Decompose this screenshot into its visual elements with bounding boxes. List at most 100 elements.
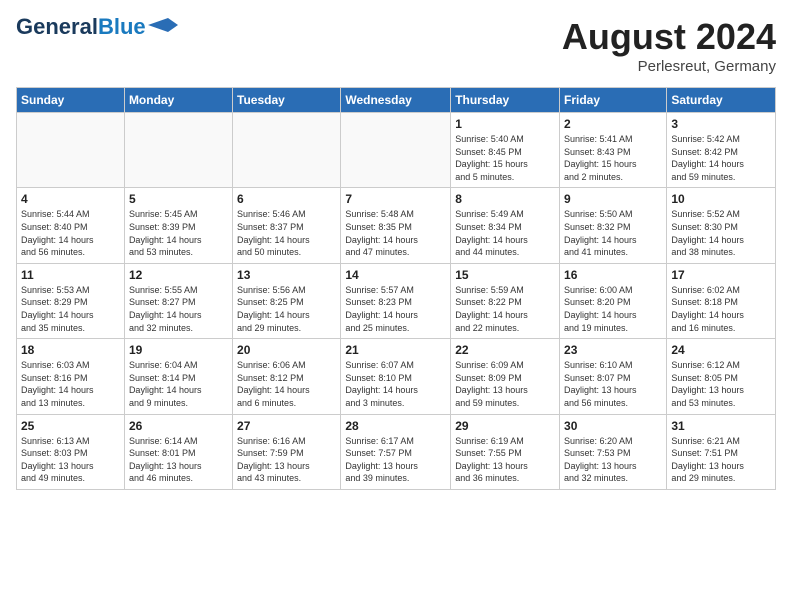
- day-number: 27: [237, 419, 336, 433]
- calendar-cell: 24 Sunrise: 6:12 AM Sunset: 8:05 PM Dayli…: [667, 339, 776, 414]
- day-number: 31: [671, 419, 771, 433]
- calendar-cell: 29 Sunrise: 6:19 AM Sunset: 7:55 PM Dayli…: [451, 414, 560, 489]
- day-number: 29: [455, 419, 555, 433]
- day-number: 22: [455, 343, 555, 357]
- day-number: 30: [564, 419, 662, 433]
- day-number: 15: [455, 268, 555, 282]
- calendar-cell: 6 Sunrise: 5:46 AM Sunset: 8:37 PM Daylig…: [233, 188, 341, 263]
- calendar-cell: 27 Sunrise: 6:16 AM Sunset: 7:59 PM Dayli…: [233, 414, 341, 489]
- calendar-cell: 22 Sunrise: 6:09 AM Sunset: 8:09 PM Dayli…: [451, 339, 560, 414]
- day-info: Sunrise: 5:41 AM Sunset: 8:43 PM Dayligh…: [564, 133, 662, 183]
- calendar-cell: 19 Sunrise: 6:04 AM Sunset: 8:14 PM Dayli…: [124, 339, 232, 414]
- day-number: 13: [237, 268, 336, 282]
- calendar-cell: 7 Sunrise: 5:48 AM Sunset: 8:35 PM Daylig…: [341, 188, 451, 263]
- day-number: 4: [21, 192, 120, 206]
- calendar-cell: 18Sunrise: 6:03 AM Sunset: 8:16 PM Dayli…: [17, 339, 125, 414]
- day-info: Sunrise: 6:04 AM Sunset: 8:14 PM Dayligh…: [129, 359, 228, 409]
- day-info: Sunrise: 5:48 AM Sunset: 8:35 PM Dayligh…: [345, 208, 446, 258]
- day-info: Sunrise: 6:16 AM Sunset: 7:59 PM Dayligh…: [237, 435, 336, 485]
- day-number: 18: [21, 343, 120, 357]
- page-header: GeneralBlue August 2024 Perlesreut, Germ…: [16, 16, 776, 75]
- day-info: Sunrise: 6:14 AM Sunset: 8:01 PM Dayligh…: [129, 435, 228, 485]
- day-number: 8: [455, 192, 555, 206]
- day-number: 6: [237, 192, 336, 206]
- calendar-cell: 14Sunrise: 5:57 AM Sunset: 8:23 PM Dayli…: [341, 263, 451, 338]
- calendar-cell: 13Sunrise: 5:56 AM Sunset: 8:25 PM Dayli…: [233, 263, 341, 338]
- calendar-cell: 28Sunrise: 6:17 AM Sunset: 7:57 PM Dayli…: [341, 414, 451, 489]
- day-info: Sunrise: 6:20 AM Sunset: 7:53 PM Dayligh…: [564, 435, 662, 485]
- calendar-cell: [17, 113, 125, 188]
- day-info: Sunrise: 5:55 AM Sunset: 8:27 PM Dayligh…: [129, 284, 228, 334]
- day-info: Sunrise: 6:09 AM Sunset: 8:09 PM Dayligh…: [455, 359, 555, 409]
- logo-icon: [148, 18, 178, 32]
- day-info: Sunrise: 5:49 AM Sunset: 8:34 PM Dayligh…: [455, 208, 555, 258]
- day-info: Sunrise: 6:12 AM Sunset: 8:05 PM Dayligh…: [671, 359, 771, 409]
- calendar-cell: 23 Sunrise: 6:10 AM Sunset: 8:07 PM Dayli…: [560, 339, 667, 414]
- calendar-cell: 8 Sunrise: 5:49 AM Sunset: 8:34 PM Daylig…: [451, 188, 560, 263]
- calendar-col-header: Wednesday: [341, 88, 451, 113]
- day-info: Sunrise: 6:19 AM Sunset: 7:55 PM Dayligh…: [455, 435, 555, 485]
- calendar-cell: 11Sunrise: 5:53 AM Sunset: 8:29 PM Dayli…: [17, 263, 125, 338]
- calendar-cell: [341, 113, 451, 188]
- calendar-cell: [124, 113, 232, 188]
- day-number: 12: [129, 268, 228, 282]
- day-info: Sunrise: 5:45 AM Sunset: 8:39 PM Dayligh…: [129, 208, 228, 258]
- day-number: 23: [564, 343, 662, 357]
- day-number: 28: [345, 419, 446, 433]
- calendar-cell: 31 Sunrise: 6:21 AM Sunset: 7:51 PM Dayli…: [667, 414, 776, 489]
- calendar-cell: 4Sunrise: 5:44 AM Sunset: 8:40 PM Daylig…: [17, 188, 125, 263]
- day-info: Sunrise: 5:46 AM Sunset: 8:37 PM Dayligh…: [237, 208, 336, 258]
- day-number: 2: [564, 117, 662, 131]
- day-info: Sunrise: 6:21 AM Sunset: 7:51 PM Dayligh…: [671, 435, 771, 485]
- calendar-cell: 20Sunrise: 6:06 AM Sunset: 8:12 PM Dayli…: [233, 339, 341, 414]
- day-info: Sunrise: 6:00 AM Sunset: 8:20 PM Dayligh…: [564, 284, 662, 334]
- calendar-cell: 3Sunrise: 5:42 AM Sunset: 8:42 PM Daylig…: [667, 113, 776, 188]
- day-info: Sunrise: 5:40 AM Sunset: 8:45 PM Dayligh…: [455, 133, 555, 183]
- calendar-week-row: 18Sunrise: 6:03 AM Sunset: 8:16 PM Dayli…: [17, 339, 776, 414]
- calendar-cell: 16Sunrise: 6:00 AM Sunset: 8:20 PM Dayli…: [560, 263, 667, 338]
- calendar-cell: 21 Sunrise: 6:07 AM Sunset: 8:10 PM Dayli…: [341, 339, 451, 414]
- calendar-cell: 25Sunrise: 6:13 AM Sunset: 8:03 PM Dayli…: [17, 414, 125, 489]
- calendar-cell: 26Sunrise: 6:14 AM Sunset: 8:01 PM Dayli…: [124, 414, 232, 489]
- calendar-cell: 12 Sunrise: 5:55 AM Sunset: 8:27 PM Dayli…: [124, 263, 232, 338]
- calendar-week-row: 11Sunrise: 5:53 AM Sunset: 8:29 PM Dayli…: [17, 263, 776, 338]
- day-info: Sunrise: 6:10 AM Sunset: 8:07 PM Dayligh…: [564, 359, 662, 409]
- calendar-col-header: Tuesday: [233, 88, 341, 113]
- calendar-col-header: Saturday: [667, 88, 776, 113]
- calendar-cell: 30 Sunrise: 6:20 AM Sunset: 7:53 PM Dayli…: [560, 414, 667, 489]
- calendar-week-row: 1 Sunrise: 5:40 AM Sunset: 8:45 PM Daylig…: [17, 113, 776, 188]
- day-number: 1: [455, 117, 555, 131]
- location-subtitle: Perlesreut, Germany: [562, 58, 776, 75]
- calendar-cell: 9 Sunrise: 5:50 AM Sunset: 8:32 PM Daylig…: [560, 188, 667, 263]
- day-number: 7: [345, 192, 446, 206]
- calendar-col-header: Monday: [124, 88, 232, 113]
- day-number: 21: [345, 343, 446, 357]
- logo-text: GeneralBlue: [16, 16, 146, 38]
- day-info: Sunrise: 5:59 AM Sunset: 8:22 PM Dayligh…: [455, 284, 555, 334]
- calendar-col-header: Friday: [560, 88, 667, 113]
- calendar-cell: 5 Sunrise: 5:45 AM Sunset: 8:39 PM Daylig…: [124, 188, 232, 263]
- logo: GeneralBlue: [16, 16, 178, 38]
- calendar-col-header: Thursday: [451, 88, 560, 113]
- calendar-header-row: SundayMondayTuesdayWednesdayThursdayFrid…: [17, 88, 776, 113]
- day-number: 9: [564, 192, 662, 206]
- month-year-title: August 2024: [562, 16, 776, 58]
- day-info: Sunrise: 6:07 AM Sunset: 8:10 PM Dayligh…: [345, 359, 446, 409]
- day-info: Sunrise: 5:52 AM Sunset: 8:30 PM Dayligh…: [671, 208, 771, 258]
- day-info: Sunrise: 5:50 AM Sunset: 8:32 PM Dayligh…: [564, 208, 662, 258]
- day-number: 19: [129, 343, 228, 357]
- day-info: Sunrise: 6:02 AM Sunset: 8:18 PM Dayligh…: [671, 284, 771, 334]
- calendar-cell: 2 Sunrise: 5:41 AM Sunset: 8:43 PM Daylig…: [560, 113, 667, 188]
- day-number: 25: [21, 419, 120, 433]
- calendar-cell: 17 Sunrise: 6:02 AM Sunset: 8:18 PM Dayli…: [667, 263, 776, 338]
- calendar-cell: 10 Sunrise: 5:52 AM Sunset: 8:30 PM Dayli…: [667, 188, 776, 263]
- day-number: 17: [671, 268, 771, 282]
- title-section: August 2024 Perlesreut, Germany: [562, 16, 776, 75]
- day-info: Sunrise: 5:42 AM Sunset: 8:42 PM Dayligh…: [671, 133, 771, 183]
- day-number: 24: [671, 343, 771, 357]
- calendar-cell: [233, 113, 341, 188]
- day-number: 5: [129, 192, 228, 206]
- day-info: Sunrise: 5:53 AM Sunset: 8:29 PM Dayligh…: [21, 284, 120, 334]
- calendar-table: SundayMondayTuesdayWednesdayThursdayFrid…: [16, 87, 776, 490]
- day-number: 10: [671, 192, 771, 206]
